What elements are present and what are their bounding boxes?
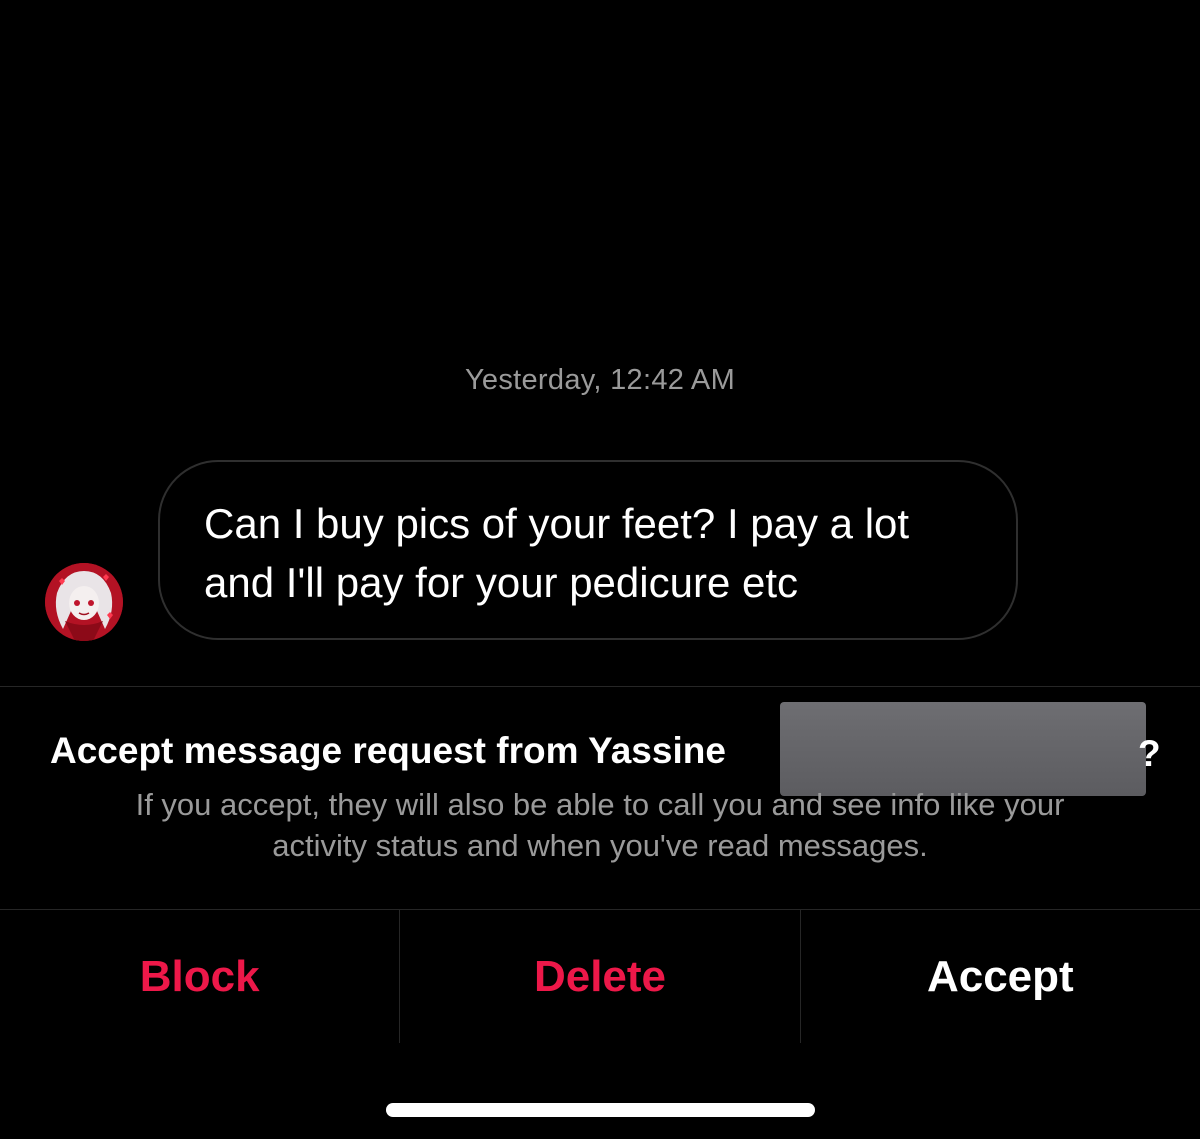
request-description: If you accept, they will also be able to…: [0, 784, 1200, 866]
delete-button[interactable]: Delete: [399, 910, 799, 1043]
request-title: Accept message request from Yassine: [50, 730, 726, 771]
redaction-box: [780, 702, 1146, 796]
message-timestamp: Yesterday, 12:42 AM: [464, 364, 736, 396]
home-indicator[interactable]: [386, 1103, 815, 1117]
accept-button[interactable]: Accept: [799, 910, 1200, 1043]
action-bar: Block Delete Accept: [0, 910, 1200, 1043]
top-divider: [0, 686, 1200, 687]
request-description-line-2: activity status and when you've read mes…: [272, 828, 928, 863]
request-description-line-1: If you accept, they will also be able to…: [135, 787, 1065, 822]
sender-avatar[interactable]: [45, 563, 123, 641]
block-button[interactable]: Block: [0, 910, 399, 1043]
request-title-trailing: ?: [1138, 733, 1161, 774]
message-bubble[interactable]: Can I buy pics of your feet? I pay a lot…: [158, 460, 1018, 640]
anime-avatar-icon: [45, 563, 123, 641]
